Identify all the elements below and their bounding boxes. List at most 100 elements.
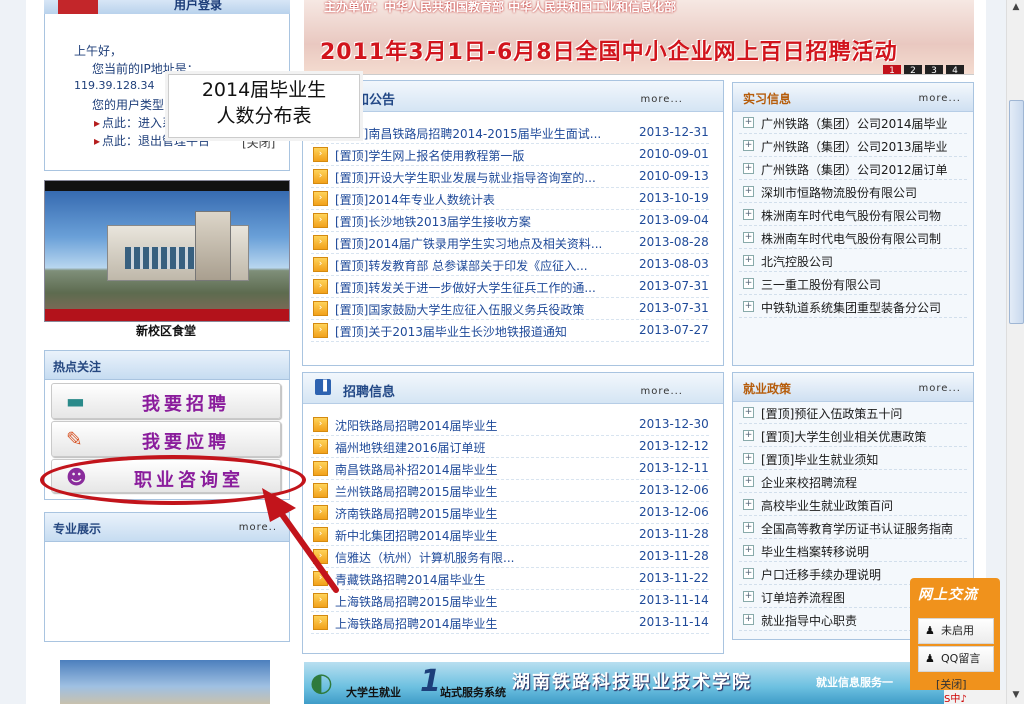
recruit-row[interactable]: › 青藏铁路招聘2014届毕业生 2013-11-22 xyxy=(311,567,709,590)
campus-photo[interactable] xyxy=(44,180,290,322)
recruit-more-link[interactable]: more... xyxy=(641,386,683,397)
recruit-row-title[interactable]: 南昌铁路局补招2014届毕业生 xyxy=(335,461,498,478)
policy-more-link[interactable]: more... xyxy=(919,383,961,394)
intern-row-title[interactable]: 广州铁路（集团）公司2014届毕业 xyxy=(761,115,948,132)
recruit-row-title[interactable]: 青藏铁路招聘2014届毕业生 xyxy=(335,571,486,588)
recruit-row[interactable]: › 新中北集团招聘2014届毕业生 2013-11-28 xyxy=(311,523,709,546)
policy-row-title[interactable]: [置顶]大学生创业相关优惠政策 xyxy=(761,428,926,445)
policy-row[interactable]: + 毕业生档案转移说明 xyxy=(739,539,967,562)
policy-row[interactable]: + [置顶]毕业生就业须知 xyxy=(739,447,967,470)
intern-row[interactable]: + 广州铁路（集团）公司2012届订单 xyxy=(739,157,967,180)
notice-row-title[interactable]: [置顶]转发关于进一步做好大学生征兵工作的通... xyxy=(335,279,596,296)
intern-more-link[interactable]: more... xyxy=(919,93,961,104)
recruit-row-title[interactable]: 信雅达（杭州）计算机服务有限... xyxy=(335,549,514,566)
recruit-row[interactable]: › 信雅达（杭州）计算机服务有限... 2013-11-28 xyxy=(311,545,709,568)
intern-row[interactable]: + 三一重工股份有限公司 xyxy=(739,272,967,295)
recruit-row-title[interactable]: 上海铁路局招聘2014届毕业生 xyxy=(335,615,498,632)
recruit-row[interactable]: › 兰州铁路局招聘2015届毕业生 2013-12-06 xyxy=(311,479,709,502)
recruit-row-title[interactable]: 上海铁路局招聘2015届毕业生 xyxy=(335,593,498,610)
notice-row[interactable]: › [置顶]开设大学生职业发展与就业指导咨询室的... 2010-09-13 xyxy=(311,165,709,188)
chat-disabled-item[interactable]: ♟ 未启用 xyxy=(918,618,994,644)
policy-row-title[interactable]: 就业指导中心职责 xyxy=(761,612,857,629)
recruit-row-title[interactable]: 新中北集团招聘2014届毕业生 xyxy=(335,527,498,544)
intern-row-title[interactable]: 北汽控股公司 xyxy=(761,253,833,270)
notice-row-title[interactable]: [置顶]关于2013届毕业生长沙地铁报道通知 xyxy=(335,323,567,340)
recruit-row-title[interactable]: 兰州铁路局招聘2015届毕业生 xyxy=(335,483,498,500)
recruit-row[interactable]: › 福州地铁组建2016届订单班 2013-12-12 xyxy=(311,435,709,458)
policy-row-title[interactable]: 户口迁移手续办理说明 xyxy=(761,566,881,583)
notice-row[interactable]: › [置顶]转发关于进一步做好大学生征兵工作的通... 2013-07-31 xyxy=(311,275,709,298)
vertical-scrollbar[interactable]: ▲ ▼ xyxy=(1006,0,1024,704)
notice-row-title[interactable]: [置顶]2014届广铁录用学生实习地点及相关资料... xyxy=(335,235,602,252)
recruit-row[interactable]: › 沈阳铁路局招聘2014届毕业生 2013-12-30 xyxy=(311,413,709,436)
intern-row[interactable]: + 广州铁路（集团）公司2013届毕业 xyxy=(739,134,967,157)
specialty-more-link[interactable]: more.. xyxy=(239,522,277,533)
policy-row[interactable]: + 高校毕业生就业政策百问 xyxy=(739,493,967,516)
intern-row[interactable]: + 广州铁路（集团）公司2014届毕业 xyxy=(739,111,967,134)
notice-row[interactable]: › [置顶]2014年专业人数统计表 2013-10-19 xyxy=(311,187,709,210)
notice-row-title[interactable]: [置顶]开设大学生职业发展与就业指导咨询室的... xyxy=(335,169,596,186)
policy-row-title[interactable]: 企业来校招聘流程 xyxy=(761,474,857,491)
employment-system-banner[interactable]: ◐ 大学生就业 1 站式服务系统 湖南铁路科技职业技术学院 就业信息服务一 xyxy=(304,662,972,704)
notice-row[interactable]: › [置顶]关于2013届毕业生长沙地铁报道通知 2013-07-27 xyxy=(311,319,709,342)
policy-row-title[interactable]: 全国高等教育学历证书认证服务指南 xyxy=(761,520,953,537)
recruit-row[interactable]: › 济南铁路局招聘2015届毕业生 2013-12-06 xyxy=(311,501,709,524)
left-margin xyxy=(0,0,26,704)
intern-row-title[interactable]: 中铁轨道系统集团重型装备分公司 xyxy=(761,299,941,316)
policy-row-title[interactable]: [置顶]毕业生就业须知 xyxy=(761,451,878,468)
enter-system-link[interactable]: 点此：进入系 xyxy=(94,114,174,131)
recruit-button[interactable]: ▬ 我要招聘 xyxy=(51,383,281,419)
scrollbar-thumb[interactable] xyxy=(1009,100,1024,324)
banner-page-2[interactable]: 2 xyxy=(904,65,922,74)
top-banner[interactable]: 主办单位：中华人民共和国教育部 中华人民共和国工业和信息化部 2011年3月1日… xyxy=(304,0,974,75)
intern-row[interactable]: + 深圳市恒路物流股份有限公司 xyxy=(739,180,967,203)
intern-row-title[interactable]: 株洲南车时代电气股份有限公司制 xyxy=(761,230,941,247)
scroll-up-arrow-icon[interactable]: ▲ xyxy=(1010,2,1022,14)
intern-row-title[interactable]: 广州铁路（集团）公司2013届毕业 xyxy=(761,138,948,155)
policy-row-title[interactable]: 高校毕业生就业政策百问 xyxy=(761,497,893,514)
intern-row[interactable]: + 株洲南车时代电气股份有限公司物 xyxy=(739,203,967,226)
intern-row[interactable]: + 北汽控股公司 xyxy=(739,249,967,272)
notice-row-title[interactable]: [置顶]国家鼓励大学生应征入伍服义务兵役政策 xyxy=(335,301,584,318)
notice-row[interactable]: ›[置顶]南昌铁路局招聘2014-2015届毕业生面试...2013-12-31 xyxy=(311,121,709,144)
policy-row[interactable]: + [置顶]大学生创业相关优惠政策 xyxy=(739,424,967,447)
qq-message-button[interactable]: ♟ QQ留言 xyxy=(918,646,994,672)
notice-more-link[interactable]: more... xyxy=(641,94,683,105)
notice-row[interactable]: › [置顶]国家鼓励大学生应征入伍服义务兵役政策 2013-07-31 xyxy=(311,297,709,320)
recruit-row-title[interactable]: 福州地铁组建2016届订单班 xyxy=(335,439,486,456)
specialty-photo[interactable] xyxy=(60,660,270,704)
policy-row[interactable]: + 企业来校招聘流程 xyxy=(739,470,967,493)
notice-row-title[interactable]: [置顶]2014年专业人数统计表 xyxy=(335,191,495,208)
recruit-row[interactable]: › 上海铁路局招聘2015届毕业生 2013-11-14 xyxy=(311,589,709,612)
notice-row[interactable]: › [置顶]转发教育部 总参谋部关于印发《应征入... 2013-08-03 xyxy=(311,253,709,276)
notice-row-title[interactable]: [置顶]转发教育部 总参谋部关于印发《应征入... xyxy=(335,257,588,274)
notice-row-title[interactable]: [置顶]长沙地铁2013届学生接收方案 xyxy=(335,213,531,230)
notice-row[interactable]: › [置顶]学生网上报名使用教程第一版 2010-09-01 xyxy=(311,143,709,166)
recruit-row-title[interactable]: 济南铁路局招聘2015届毕业生 xyxy=(335,505,498,522)
banner-page-1[interactable]: 1 xyxy=(883,65,901,74)
banner-page-4[interactable]: 4 xyxy=(946,65,964,74)
notice-row[interactable]: › [置顶]2014届广铁录用学生实习地点及相关资料... 2013-08-28 xyxy=(311,231,709,254)
notice-row-title[interactable]: [置顶]学生网上报名使用教程第一版 xyxy=(335,147,524,164)
banner-page-3[interactable]: 3 xyxy=(925,65,943,74)
notice-row[interactable]: › [置顶]长沙地铁2013届学生接收方案 2013-09-04 xyxy=(311,209,709,232)
notice-row-title[interactable]: [置顶]南昌铁路局招聘2014-2015届毕业生面试... xyxy=(335,125,601,142)
scroll-down-arrow-icon[interactable]: ▼ xyxy=(1010,690,1022,702)
policy-row[interactable]: + [置顶]预征入伍政策五十问 xyxy=(739,401,967,424)
policy-row-title[interactable]: 订单培养流程图 xyxy=(761,589,845,606)
intern-row[interactable]: + 中铁轨道系统集团重型装备分公司 xyxy=(739,295,967,318)
recruit-row[interactable]: › 南昌铁路局补招2014届毕业生 2013-12-11 xyxy=(311,457,709,480)
intern-row-title[interactable]: 广州铁路（集团）公司2012届订单 xyxy=(761,161,948,178)
apply-button[interactable]: ✎ 我要应聘 xyxy=(51,421,281,457)
intern-row-title[interactable]: 深圳市恒路物流股份有限公司 xyxy=(761,184,917,201)
usertype-label: 您的用户类型 xyxy=(92,98,165,112)
intern-row-title[interactable]: 三一重工股份有限公司 xyxy=(761,276,881,293)
recruit-row[interactable]: › 上海铁路局招聘2014届毕业生 2013-11-14 xyxy=(311,611,709,634)
intern-row-title[interactable]: 株洲南车时代电气股份有限公司物 xyxy=(761,207,941,224)
intern-row[interactable]: + 株洲南车时代电气股份有限公司制 xyxy=(739,226,967,249)
policy-row-title[interactable]: [置顶]预征入伍政策五十问 xyxy=(761,405,902,422)
recruit-row-title[interactable]: 沈阳铁路局招聘2014届毕业生 xyxy=(335,417,498,434)
online-chat-widget: 网上交流 ♟ 未启用 ♟ QQ留言 [关闭] xyxy=(910,578,1000,691)
policy-row-title[interactable]: 毕业生档案转移说明 xyxy=(761,543,869,560)
policy-row[interactable]: + 全国高等教育学历证书认证服务指南 xyxy=(739,516,967,539)
